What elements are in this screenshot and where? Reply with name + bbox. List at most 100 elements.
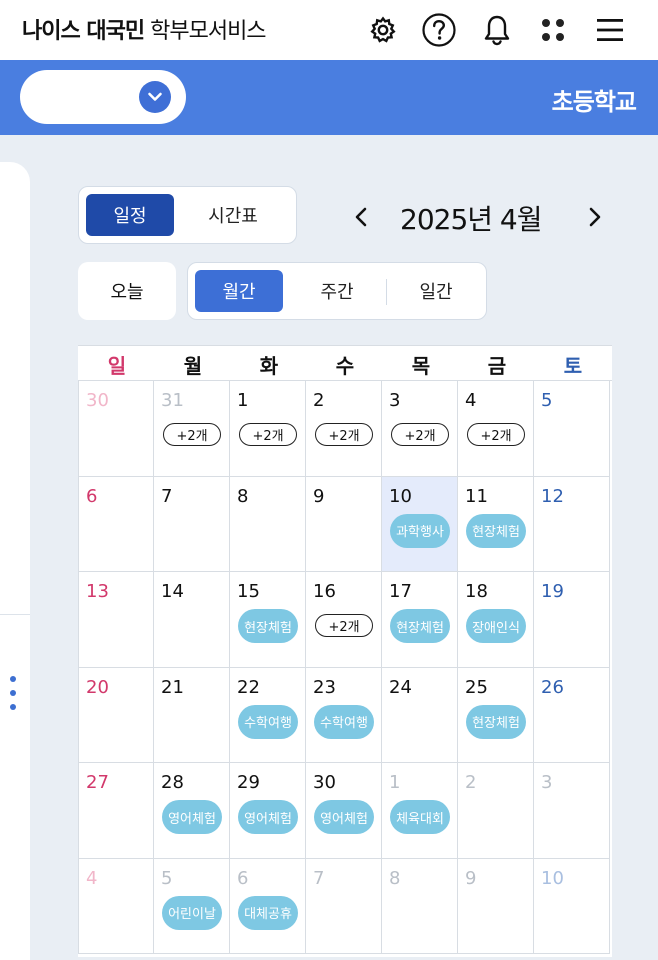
calendar-day-cell[interactable]: 6 [78, 476, 154, 572]
calendar-day-cell[interactable]: 16 +2개 [306, 572, 382, 668]
tab-daily[interactable]: 일간 [387, 270, 485, 312]
calendar-day-cell[interactable]: 4 [78, 858, 154, 954]
day-number: 25 [465, 676, 488, 698]
calendar-day-cell[interactable]: 20 [78, 667, 154, 763]
month-calendar: 일월화수목금토 30 31 +2개 1 +2개 2 +2개 3 +2개 4 +2개 5 6 7 8 9 10 과학… [78, 345, 612, 957]
tab-monthly[interactable]: 월간 [195, 270, 283, 312]
calendar-day-cell[interactable]: 13 [78, 572, 154, 668]
calendar-day-cell[interactable]: 6 대체공휴 [230, 858, 306, 954]
event-chip[interactable]: 현장체험 [238, 609, 298, 643]
calendar-day-cell[interactable]: 7 [306, 858, 382, 954]
calendar-day-cell[interactable]: 3 [534, 763, 610, 859]
calendar-day-cell[interactable]: 7 [154, 476, 230, 572]
help-icon[interactable] [417, 8, 461, 52]
calendar-day-cell[interactable]: 8 [230, 476, 306, 572]
calendar-day-cell[interactable]: 12 [534, 476, 610, 572]
day-number: 19 [541, 581, 564, 602]
calendar-day-cell[interactable]: 1 +2개 [230, 381, 306, 477]
school-name: 초등학교 [551, 88, 637, 116]
more-events-badge[interactable]: +2개 [467, 423, 525, 446]
day-number: 10 [541, 867, 564, 889]
event-chip[interactable]: 영어체험 [314, 800, 374, 834]
calendar-day-cell[interactable]: 10 과학행사 [382, 476, 458, 572]
calendar-day-cell[interactable]: 9 [306, 476, 382, 572]
day-number: 10 [389, 485, 412, 507]
chevron-down-icon[interactable] [139, 81, 171, 113]
calendar-day-cell[interactable]: 29 영어체험 [230, 763, 306, 859]
event-chip[interactable]: 영어체험 [162, 800, 222, 834]
weekday-fri: 금 [487, 353, 507, 378]
calendar-day-cell[interactable]: 5 어린이날 [154, 858, 230, 954]
calendar-day-cell[interactable]: 31 +2개 [154, 381, 230, 477]
calendar-day-cell[interactable]: 17 현장체험 [382, 572, 458, 668]
calendar-day-cell[interactable]: 9 [458, 858, 534, 954]
prev-month-button[interactable] [346, 202, 376, 232]
calendar-day-cell[interactable]: 3 +2개 [382, 381, 458, 477]
calendar-day-cell[interactable]: 14 [154, 572, 230, 668]
calendar-day-cell[interactable]: 19 [534, 572, 610, 668]
day-number: 22 [237, 676, 260, 698]
calendar-day-cell[interactable]: 30 영어체험 [306, 763, 382, 859]
event-chip[interactable]: 체육대회 [390, 800, 450, 834]
calendar-day-cell[interactable]: 26 [534, 667, 610, 763]
day-number: 11 [465, 485, 488, 507]
weekday-thu: 목 [411, 353, 431, 378]
month-title: 2025년 4월 [400, 203, 542, 236]
event-chip[interactable]: 장애인식 [466, 609, 526, 643]
more-vertical-icon[interactable] [10, 676, 18, 716]
more-events-badge[interactable]: +2개 [315, 614, 373, 637]
day-number: 21 [161, 676, 184, 698]
calendar-day-cell[interactable]: 23 수학여행 [306, 667, 382, 763]
event-chip[interactable]: 과학행사 [390, 513, 450, 548]
side-panel [0, 162, 30, 960]
calendar-day-cell[interactable]: 1 체육대회 [382, 763, 458, 859]
calendar-day-cell[interactable]: 8 [382, 858, 458, 954]
more-events-badge[interactable]: +2개 [163, 423, 221, 446]
calendar-day-cell[interactable]: 2 +2개 [306, 381, 382, 477]
brand-title[interactable]: 나이스 대국민 학부모서비스 [22, 13, 267, 45]
calendar-day-cell[interactable]: 4 +2개 [458, 381, 534, 477]
event-chip[interactable]: 대체공휴 [238, 895, 298, 930]
day-number: 3 [541, 772, 553, 793]
tab-weekly[interactable]: 주간 [288, 270, 386, 312]
calendar-day-cell[interactable]: 2 [458, 763, 534, 859]
calendar-day-cell[interactable]: 11 현장체험 [458, 476, 534, 572]
brand-bold: 나이스 대국민 [22, 19, 145, 44]
event-chip[interactable]: 수학여행 [238, 704, 298, 739]
more-events-badge[interactable]: +2개 [315, 423, 373, 446]
next-month-button[interactable] [580, 202, 610, 232]
calendar-day-cell[interactable]: 30 [78, 381, 154, 477]
more-events-badge[interactable]: +2개 [239, 423, 297, 446]
gear-icon[interactable] [361, 8, 405, 52]
calendar-day-cell[interactable]: 27 [78, 763, 154, 859]
calendar-day-cell[interactable]: 18 장애인식 [458, 572, 534, 668]
calendar-day-cell[interactable]: 25 현장체험 [458, 667, 534, 763]
calendar-day-cell[interactable]: 10 [534, 858, 610, 954]
school-select[interactable] [20, 70, 186, 124]
tab-timetable[interactable]: 시간표 [174, 194, 292, 236]
more-events-badge[interactable]: +2개 [391, 423, 449, 446]
event-chip[interactable]: 영어체험 [238, 800, 298, 834]
calendar-day-cell[interactable]: 28 영어체험 [154, 763, 230, 859]
event-chip[interactable]: 현장체험 [390, 609, 450, 643]
day-number: 12 [541, 485, 564, 507]
event-chip[interactable]: 현장체험 [466, 513, 526, 548]
event-chip[interactable]: 수학여행 [314, 704, 374, 739]
calendar-day-cell[interactable]: 15 현장체험 [230, 572, 306, 668]
calendar-day-cell[interactable]: 22 수학여행 [230, 667, 306, 763]
day-number: 2 [313, 390, 325, 411]
event-chip[interactable]: 현장체험 [466, 704, 526, 739]
calendar-day-cell[interactable]: 5 [534, 381, 610, 477]
bell-icon[interactable] [475, 8, 519, 52]
calendar-day-cell[interactable]: 21 [154, 667, 230, 763]
tab-schedule[interactable]: 일정 [86, 194, 174, 236]
event-chip[interactable]: 어린이날 [162, 895, 222, 930]
period-toggle: 월간 주간 일간 [187, 262, 487, 320]
day-number: 17 [389, 581, 412, 602]
day-number: 27 [86, 772, 109, 793]
day-number: 3 [389, 390, 401, 411]
apps-icon[interactable] [531, 8, 575, 52]
today-button[interactable]: 오늘 [78, 262, 176, 320]
calendar-day-cell[interactable]: 24 [382, 667, 458, 763]
menu-icon[interactable] [588, 8, 632, 52]
